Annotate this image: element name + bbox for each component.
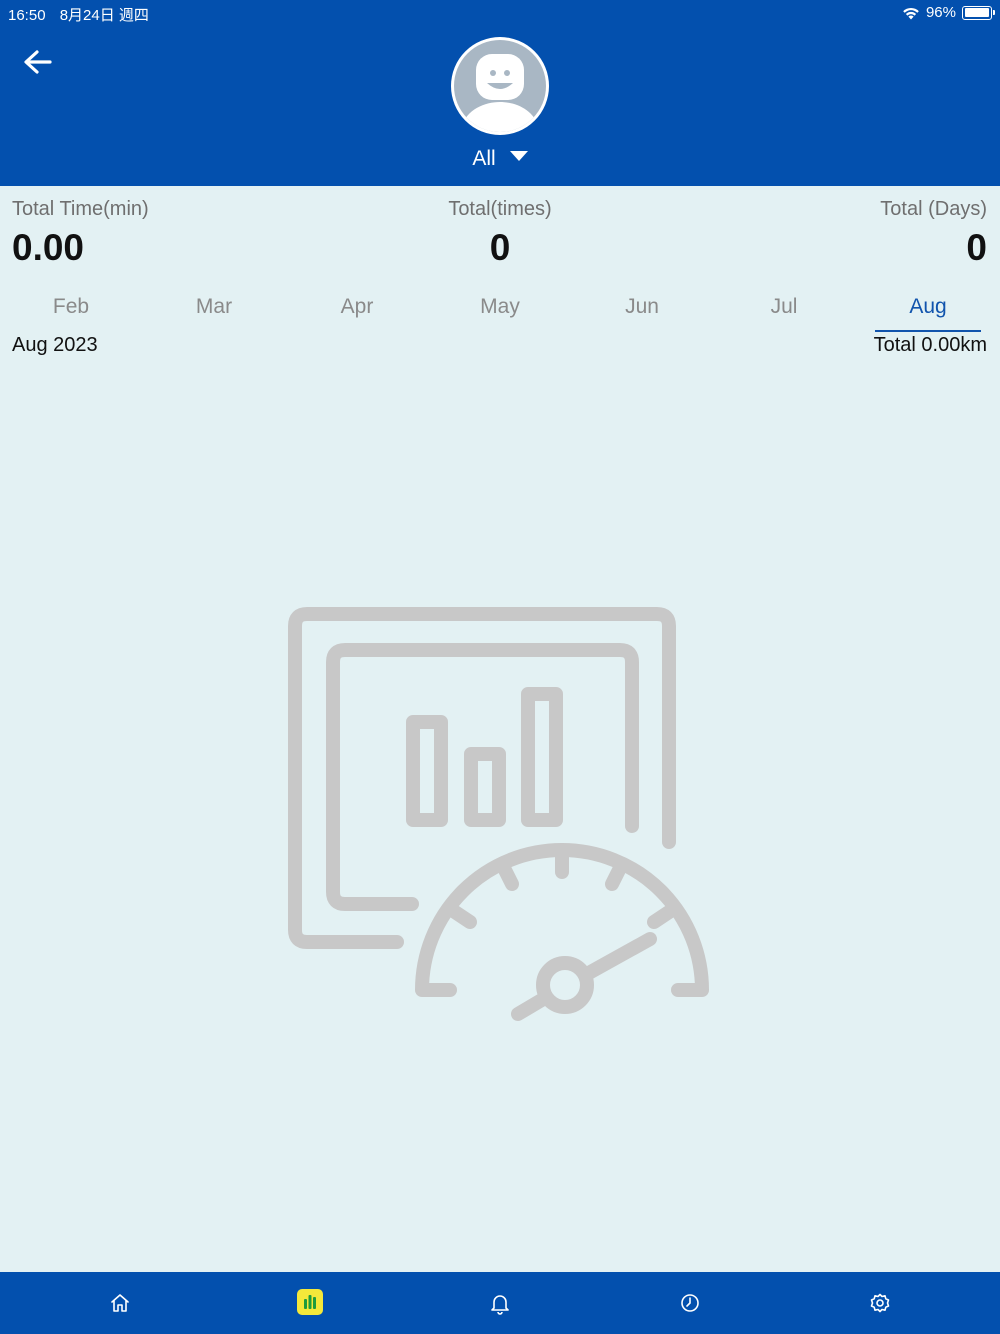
stat-total-time: Total Time(min) 0.00 [12,198,149,269]
stats-summary: Total Time(min) 0.00 Total(times) 0 Tota… [0,198,1000,278]
tab-month-jul[interactable]: Jul [731,292,837,332]
stat-label: Total(times) [448,198,552,220]
nav-history[interactable] [676,1289,704,1317]
bell-icon [491,1295,509,1315]
avatar[interactable] [451,37,549,135]
period-label: Aug 2023 [12,334,98,356]
status-time: 16:50 [8,7,46,24]
battery-percent: 96% [925,4,956,21]
period-row: Aug 2023 Total 0.00km [12,334,987,357]
stat-total-times: Total(times) 0 [400,198,600,269]
tab-month-may[interactable]: May [447,292,553,332]
nav-notifications[interactable] [486,1289,514,1317]
gear-icon [870,1293,890,1313]
battery-fill [964,8,989,17]
stat-value: 0 [489,227,511,268]
empty-state [282,602,718,1030]
tab-month-feb[interactable]: Feb [18,292,124,332]
arrow-left-icon [24,50,52,74]
battery-icon [962,5,995,20]
tab-month-apr[interactable]: Apr [304,292,410,332]
stat-label: Total (Days) [880,198,987,220]
tab-month-aug[interactable]: Aug [875,292,981,332]
stat-value: 0.00 [12,227,85,268]
stat-total-days: Total (Days) 0 [880,198,987,269]
wifi-icon [903,7,919,19]
status-date: 8月24日 週四 [59,7,149,24]
back-button[interactable] [18,44,58,84]
nav-settings[interactable] [866,1289,894,1317]
period-total: Total 0.00km [873,334,987,356]
bar-chart-icon [304,1295,316,1309]
dashboard-chart-speedometer-icon [288,607,709,1021]
caret-down-icon [509,151,528,161]
tab-month-mar[interactable]: Mar [161,292,267,332]
bottom-nav [0,1272,1000,1334]
month-tabs: Feb Mar Apr May Jun Jul Aug [0,292,1000,334]
stat-value: 0 [966,227,987,268]
status-bar: 16:50 8月24日 週四 96% [0,0,1000,26]
header: 16:50 8月24日 週四 96% All [0,0,1000,186]
nav-stats[interactable] [297,1289,325,1317]
clock-icon [681,1294,699,1312]
stat-label: Total Time(min) [12,198,149,220]
status-right: 96% [902,4,995,21]
home-icon [111,1294,129,1312]
user-selector[interactable]: All [0,147,1000,171]
tab-month-jun[interactable]: Jun [589,292,695,332]
nav-home[interactable] [106,1289,134,1317]
user-avatar-icon [454,40,546,132]
status-left: 16:50 8月24日 週四 [8,4,159,25]
user-selector-label: All [472,147,496,170]
